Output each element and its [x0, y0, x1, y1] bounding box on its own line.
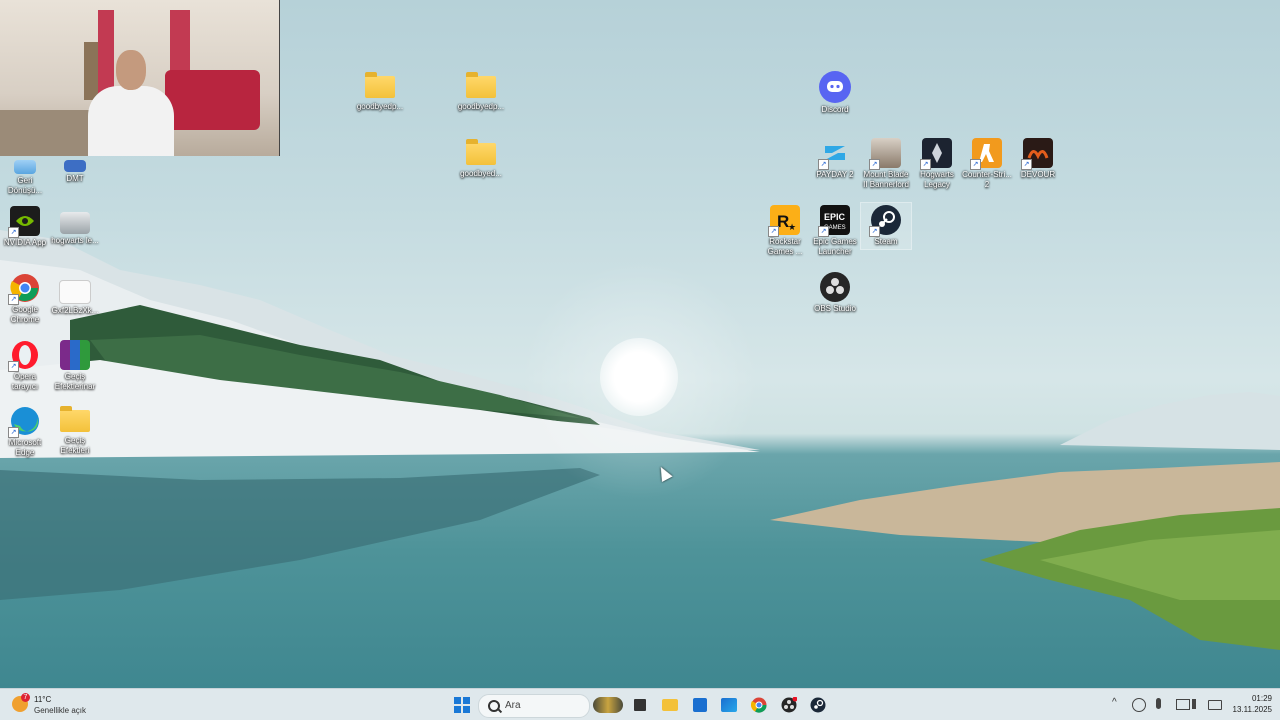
epic-games-icon: EPIC GAMES ↗ — [818, 205, 850, 237]
desktop-icon-epic-games[interactable]: EPIC GAMES ↗ Epic Games Launcher — [810, 205, 860, 257]
weather-widget[interactable]: 7 11°C Genellikle açık — [12, 693, 112, 716]
windows-start-icon — [454, 697, 470, 713]
desktop-icon-discord[interactable]: Discord — [810, 71, 860, 115]
folder-icon — [365, 72, 395, 98]
steam-icon — [810, 697, 826, 713]
sun — [600, 338, 678, 416]
desktop-icon-recycle-bin[interactable]: Geri Dönüşü... — [0, 160, 50, 196]
weather-description: Genellikle açık — [34, 706, 87, 715]
desktop-icon-hogwarts-image[interactable]: hogwarts le... — [50, 212, 100, 246]
widget-icon — [593, 697, 623, 713]
devour-icon: ↗ — [1021, 138, 1053, 170]
cam-person-head — [116, 50, 146, 90]
taskbar-file-explorer-button[interactable] — [660, 695, 680, 715]
taskbar-search-box[interactable]: Ara — [478, 694, 590, 718]
desktop-icon-counter-strike[interactable]: ↗ Counter-Stri... 2 — [962, 138, 1012, 190]
taskbar-chrome-button[interactable] — [749, 695, 769, 715]
clock[interactable]: 01:29 13.11.2025 — [1220, 693, 1272, 715]
shortcut-arrow-icon: ↗ — [8, 361, 19, 372]
desktop-folder-goodbyedp-2[interactable]: goodbyedp... — [456, 72, 506, 112]
clock-time: 01:29 — [1251, 694, 1272, 703]
nvidia-icon: ↗ — [8, 206, 40, 238]
counter-strike-icon: ↗ — [970, 138, 1002, 170]
folder-icon — [466, 72, 496, 98]
clock-date: 13.11.2025 — [1232, 705, 1272, 714]
bannerlord-icon: ↗ — [869, 138, 901, 170]
weather-badge: 7 — [21, 693, 30, 702]
winrar-icon — [60, 340, 90, 370]
desktop-icon-edge[interactable]: ↗ Microsoft Edge — [0, 406, 50, 458]
desktop-folder-goodbyed-3[interactable]: goodbyed... — [456, 139, 506, 179]
outlook-icon — [721, 698, 737, 712]
desktop-icon-bannerlord[interactable]: ↗ Mount Blade II Bannerlord — [861, 138, 911, 190]
obs-icon — [820, 272, 850, 302]
taskbar-widget-button[interactable] — [592, 695, 624, 715]
taskbar-outlook-button[interactable] — [719, 695, 739, 715]
file-explorer-icon — [662, 699, 678, 711]
shortcut-arrow-icon: ↗ — [8, 427, 19, 438]
desktop-icon-folder-gecis[interactable]: Geçiş Efektleri — [50, 406, 100, 456]
taskbar-taskview-button[interactable] — [630, 695, 650, 715]
desktop-folder-goodbyedp-1[interactable]: goodbyedp... — [355, 72, 405, 112]
microphone-icon[interactable] — [1156, 698, 1161, 709]
search-icon — [488, 700, 500, 712]
desktop-icon-nvidia[interactable]: ↗ NVIDIA App — [0, 206, 50, 248]
document-icon — [59, 280, 91, 304]
taskbar: 7 11°C Genellikle açık Ara ^ 01:29 13.11… — [0, 688, 1280, 720]
shortcut-arrow-icon: ↗ — [8, 294, 19, 305]
store-icon — [693, 698, 707, 712]
desktop-icon-document[interactable]: Gxf2LBzXk... — [50, 280, 100, 316]
taskbar-store-button[interactable] — [690, 695, 710, 715]
shortcut-arrow-icon: ↗ — [1021, 159, 1032, 170]
edge-icon: ↗ — [8, 406, 40, 438]
svg-text:EPIC: EPIC — [824, 212, 846, 222]
desktop-icon-obs[interactable]: OBS Studio — [810, 272, 860, 314]
shortcut-arrow-icon: ↗ — [818, 159, 829, 170]
computer-icon — [64, 160, 86, 172]
shortcut-arrow-icon: ↗ — [869, 159, 880, 170]
opera-icon: ↗ — [8, 340, 40, 372]
start-button[interactable] — [452, 695, 472, 715]
chrome-icon — [751, 697, 767, 713]
discord-icon — [819, 71, 851, 103]
tray-overflow-chevron[interactable]: ^ — [1112, 697, 1117, 708]
taskbar-obs-button[interactable] — [779, 695, 799, 715]
shortcut-arrow-icon: ↗ — [8, 227, 19, 238]
shortcut-arrow-icon: ↗ — [920, 159, 931, 170]
obs-icon — [781, 697, 797, 713]
sync-icon[interactable] — [1132, 698, 1146, 712]
search-placeholder: Ara — [505, 700, 521, 711]
folder-icon — [466, 139, 496, 165]
steam-icon: ↗ — [869, 205, 901, 237]
recycle-bin-icon — [14, 160, 36, 174]
desktop-icon-opera[interactable]: ↗ Opera tarayıcı — [0, 340, 50, 392]
network-icon[interactable] — [1176, 699, 1190, 710]
desktop-icon-rockstar[interactable]: R ★ ↗ Rockstar Games ... — [760, 205, 810, 257]
shortcut-arrow-icon: ↗ — [818, 226, 829, 237]
cam-person — [80, 50, 180, 156]
desktop-icon-hogwarts-legacy[interactable]: ↗ Hogwarts Legacy — [912, 138, 962, 190]
desktop-icon-winrar[interactable]: Geçiş Efektlerinar — [50, 340, 100, 392]
svg-text:★: ★ — [788, 222, 796, 232]
shortcut-arrow-icon: ↗ — [970, 159, 981, 170]
rockstar-icon: R ★ ↗ — [768, 205, 800, 237]
desktop-icon-devour[interactable]: ↗ DEVOUR — [1013, 138, 1063, 180]
desktop-icon-payday2[interactable]: ↗ PAYDAY 2 — [810, 138, 860, 180]
payday-icon: ↗ — [818, 138, 850, 170]
image-file-icon — [60, 212, 90, 234]
taskbar-steam-button[interactable] — [808, 695, 828, 715]
weather-temperature: 11°C — [34, 695, 52, 704]
desktop-icon-dmt[interactable]: DMT — [50, 160, 100, 184]
chrome-icon: ↗ — [8, 273, 40, 305]
taskview-icon — [634, 699, 646, 711]
hogwarts-icon: ↗ — [920, 138, 952, 170]
shortcut-arrow-icon: ↗ — [768, 226, 779, 237]
folder-icon — [60, 406, 90, 432]
cam-person-body — [88, 86, 174, 156]
shortcut-arrow-icon: ↗ — [869, 226, 880, 237]
volume-icon[interactable] — [1192, 699, 1206, 709]
desktop-icon-steam[interactable]: ↗ Steam — [860, 202, 912, 250]
webcam-overlay — [0, 0, 280, 156]
desktop-icon-chrome[interactable]: ↗ Google Chrome — [0, 273, 50, 325]
